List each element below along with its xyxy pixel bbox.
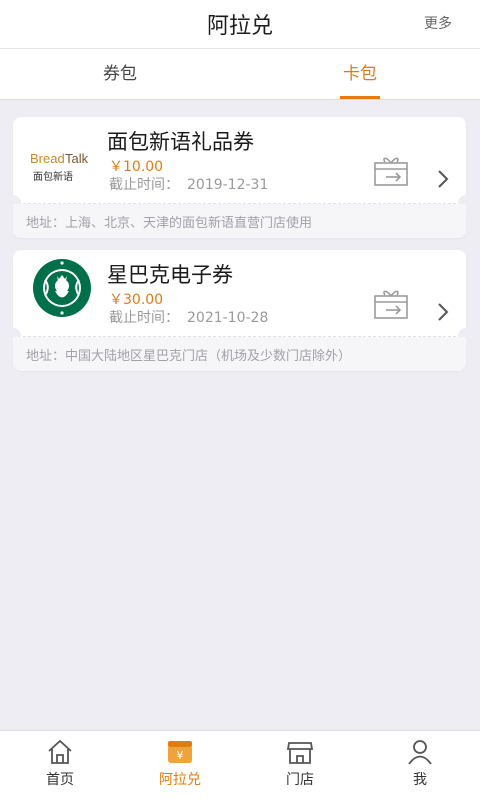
coupon-card-breadtalk[interactable]: Bread Talk 面包新语 面包新语礼品券 ￥10.00 截止时间： 2019…	[5, 117, 474, 238]
breadtalk-logo: Bread Talk 面包新语	[30, 139, 94, 195]
expiry-label: 截止时间：	[109, 310, 179, 326]
coupon-address: 地址：上海、北京、天津的面包新语直营门店使用	[26, 216, 313, 231]
chevron-right-icon[interactable]	[437, 169, 449, 194]
store-icon	[285, 737, 315, 767]
bottom-nav: 首页 ¥ 阿拉兑 门店 我	[0, 730, 480, 801]
tab-coupon-pack[interactable]: 券包	[60, 49, 180, 99]
coupon-address-bar: 地址：中国大陆地区星巴克门店（机场及少数门店除外）	[13, 337, 466, 371]
coupon-address: 地址：中国大陆地区星巴克门店（机场及少数门店除外）	[26, 349, 352, 364]
gift-transfer-icon[interactable]	[372, 153, 412, 193]
coupon-name: 星巴克电子券	[107, 263, 233, 287]
svg-text:Bread: Bread	[30, 151, 65, 166]
expiry-date: 2021-10-28	[187, 310, 269, 326]
tab-label: 券包	[103, 64, 137, 84]
page-title: 阿拉兑	[206, 14, 273, 39]
chevron-right-icon[interactable]	[437, 302, 449, 327]
coupon-expiry: 截止时间： 2019-12-31	[109, 174, 268, 194]
tab-label: 卡包	[343, 64, 377, 84]
gift-transfer-icon[interactable]	[372, 286, 412, 326]
coupon-price: ￥30.00	[109, 292, 164, 308]
nav-label: 阿拉兑	[159, 772, 201, 788]
nav-store[interactable]: 门店	[240, 731, 360, 801]
svg-text:面包新语: 面包新语	[33, 170, 73, 183]
expiry-date: 2019-12-31	[187, 177, 269, 193]
wallet-icon: ¥	[165, 737, 195, 767]
coupon-name: 面包新语礼品券	[107, 130, 254, 154]
coupon-address-bar: 地址：上海、北京、天津的面包新语直营门店使用	[13, 204, 466, 238]
coupon-main[interactable]: 星巴克电子券 ￥30.00 截止时间： 2021-10-28	[13, 250, 466, 336]
nav-home[interactable]: 首页	[0, 731, 120, 801]
coupon-card-starbucks[interactable]: 星巴克电子券 ￥30.00 截止时间： 2021-10-28 地址：中国大陆地区星…	[5, 250, 474, 371]
more-button[interactable]: 更多	[424, 13, 452, 33]
expiry-label: 截止时间：	[109, 177, 179, 193]
nav-me[interactable]: 我	[360, 731, 480, 801]
active-tab-indicator	[340, 96, 380, 99]
top-bar: 阿拉兑 更多	[0, 0, 480, 49]
home-icon	[45, 737, 75, 767]
tab-card-pack[interactable]: 卡包	[300, 49, 420, 99]
nav-aladuì[interactable]: ¥ 阿拉兑	[120, 731, 240, 801]
svg-text:Talk: Talk	[65, 151, 89, 166]
svg-text:¥: ¥	[177, 749, 184, 762]
nav-label: 门店	[286, 772, 314, 788]
tab-bar: 券包 卡包	[0, 49, 480, 100]
coupon-expiry: 截止时间： 2021-10-28	[109, 307, 268, 327]
nav-label: 首页	[46, 772, 74, 788]
nav-label: 我	[413, 772, 427, 788]
coupon-price: ￥10.00	[109, 159, 164, 175]
starbucks-logo	[30, 259, 94, 317]
user-icon	[405, 737, 435, 767]
coupon-main[interactable]: Bread Talk 面包新语 面包新语礼品券 ￥10.00 截止时间： 2019…	[13, 117, 466, 203]
